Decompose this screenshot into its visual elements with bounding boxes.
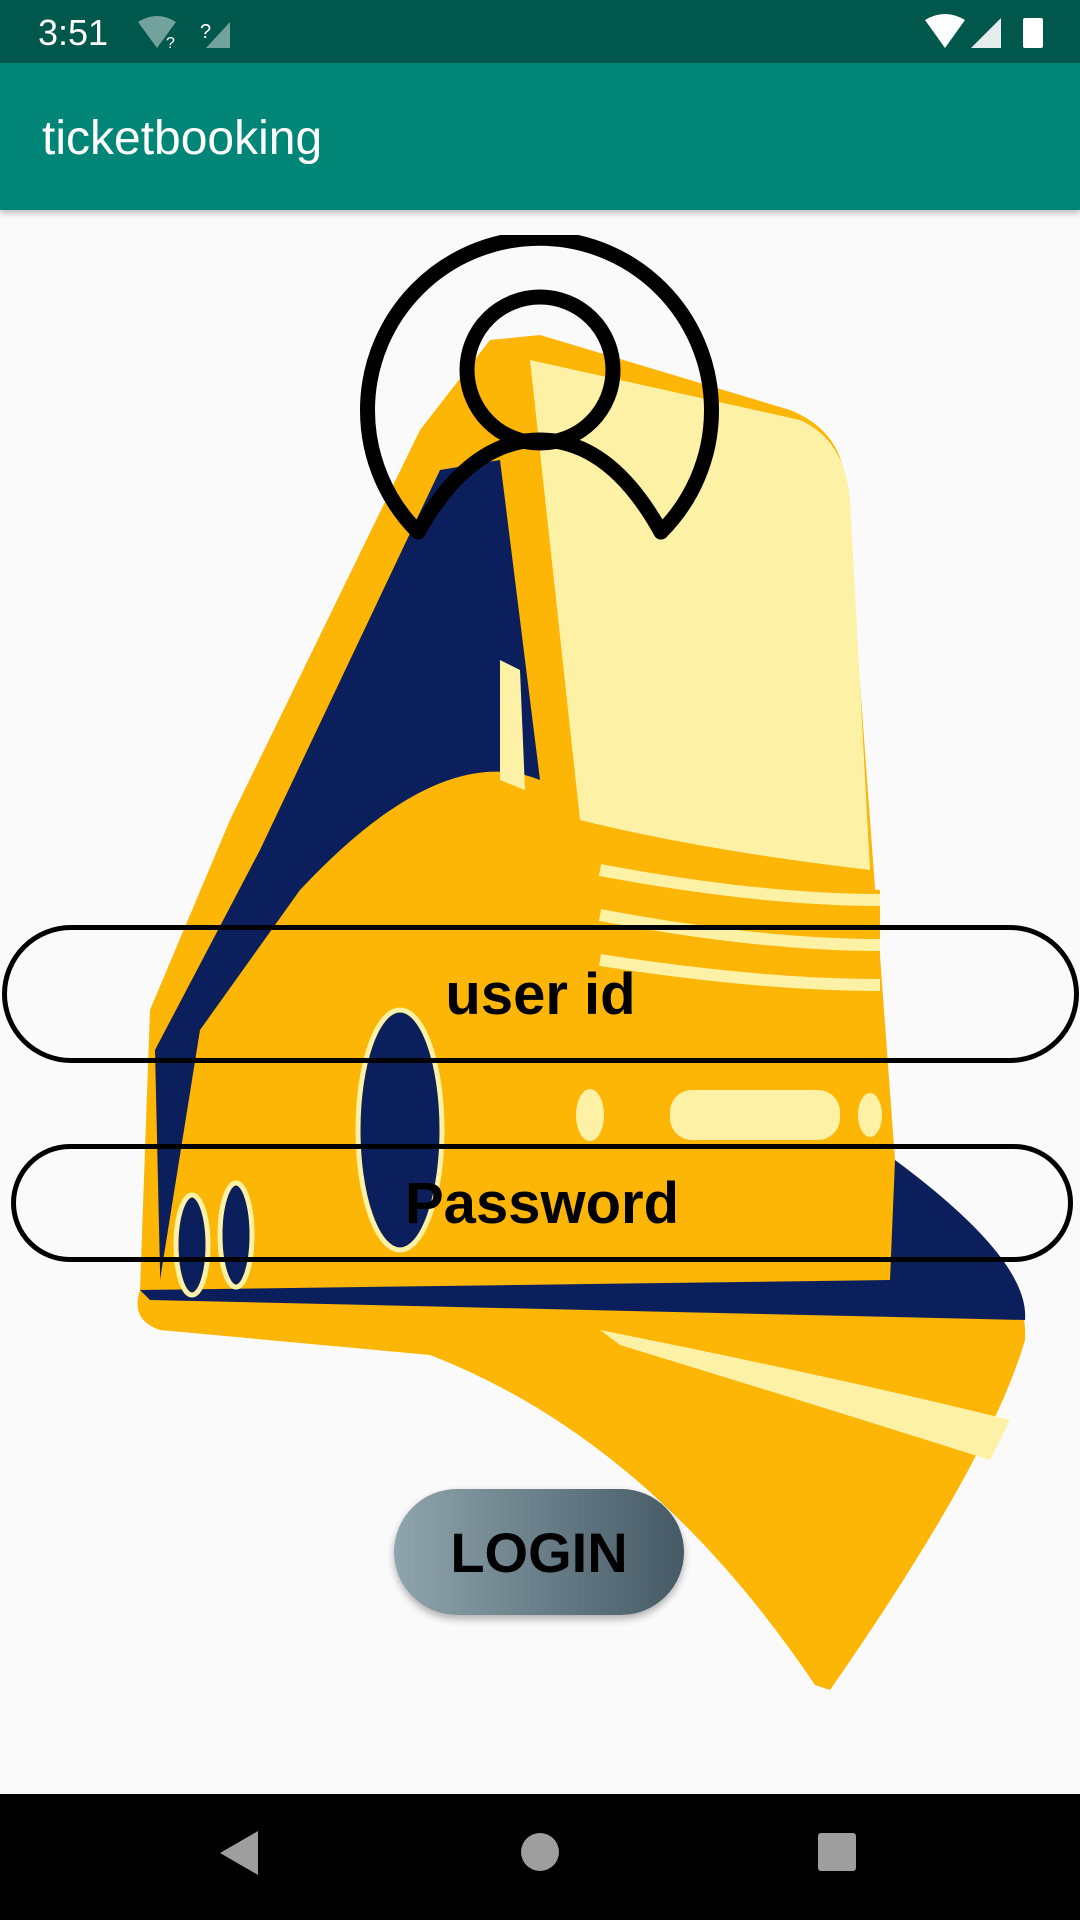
password-hint: Password bbox=[405, 1170, 679, 1236]
app-bar: ticketbooking bbox=[0, 63, 1080, 210]
user-id-hint: user id bbox=[445, 961, 636, 1027]
user-avatar-icon bbox=[360, 235, 719, 540]
password-input[interactable]: Password bbox=[11, 1144, 1073, 1262]
app-title: ticketbooking bbox=[42, 112, 323, 165]
recents-icon[interactable] bbox=[817, 1832, 857, 1872]
login-label: LOGIN bbox=[450, 1520, 628, 1584]
user-id-input[interactable]: user id bbox=[2, 925, 1079, 1063]
system-status-icons bbox=[925, 14, 1043, 48]
status-bar: 3:51 ?? bbox=[0, 0, 1080, 63]
svg-text:?: ? bbox=[200, 21, 211, 43]
navigation-bar bbox=[0, 1794, 1080, 1920]
status-time: 3:51 bbox=[38, 12, 109, 53]
wifi-unknown-icon: ?? bbox=[138, 16, 230, 50]
home-icon[interactable] bbox=[519, 1831, 561, 1873]
login-button[interactable]: LOGIN bbox=[394, 1489, 684, 1615]
back-icon[interactable] bbox=[218, 1829, 260, 1877]
svg-text:?: ? bbox=[166, 35, 175, 50]
